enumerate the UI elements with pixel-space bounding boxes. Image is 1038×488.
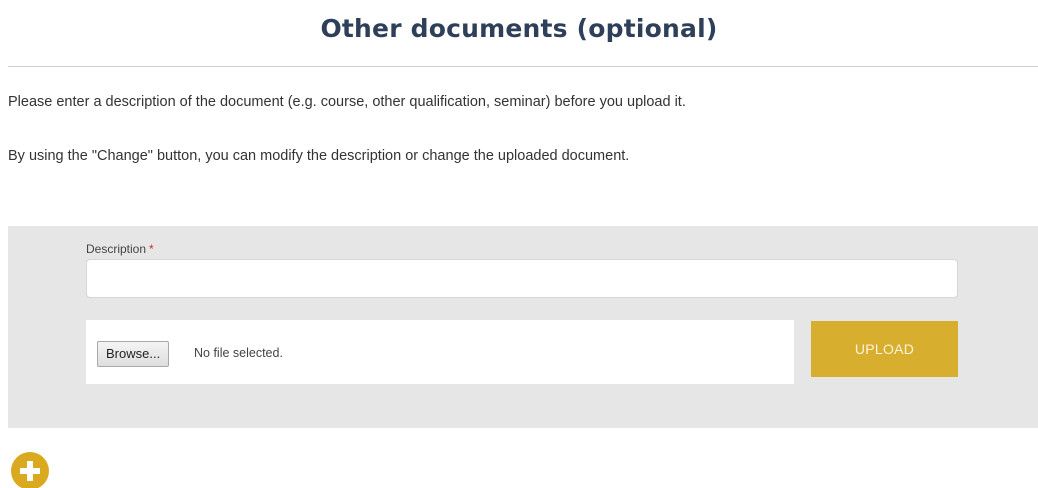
required-marker: * — [149, 242, 154, 256]
file-picker: Browse... No file selected. — [86, 320, 794, 384]
other-documents-page: Other documents (optional) Please enter … — [0, 0, 1038, 488]
description-label-text: Description — [86, 242, 147, 256]
upload-button[interactable]: UPLOAD — [811, 321, 958, 377]
section-title: Other documents (optional) — [320, 14, 718, 43]
title-divider — [8, 66, 1038, 67]
description-input[interactable] — [86, 259, 958, 298]
file-status-text: No file selected. — [194, 346, 283, 360]
instruction-text-description: Please enter a description of the docume… — [8, 94, 686, 110]
add-document-plus-circle-icon[interactable] — [11, 452, 49, 488]
instruction-text-change: By using the "Change" button, you can mo… — [8, 148, 630, 164]
description-label: Description * — [86, 242, 154, 256]
browse-button[interactable]: Browse... — [97, 341, 170, 367]
